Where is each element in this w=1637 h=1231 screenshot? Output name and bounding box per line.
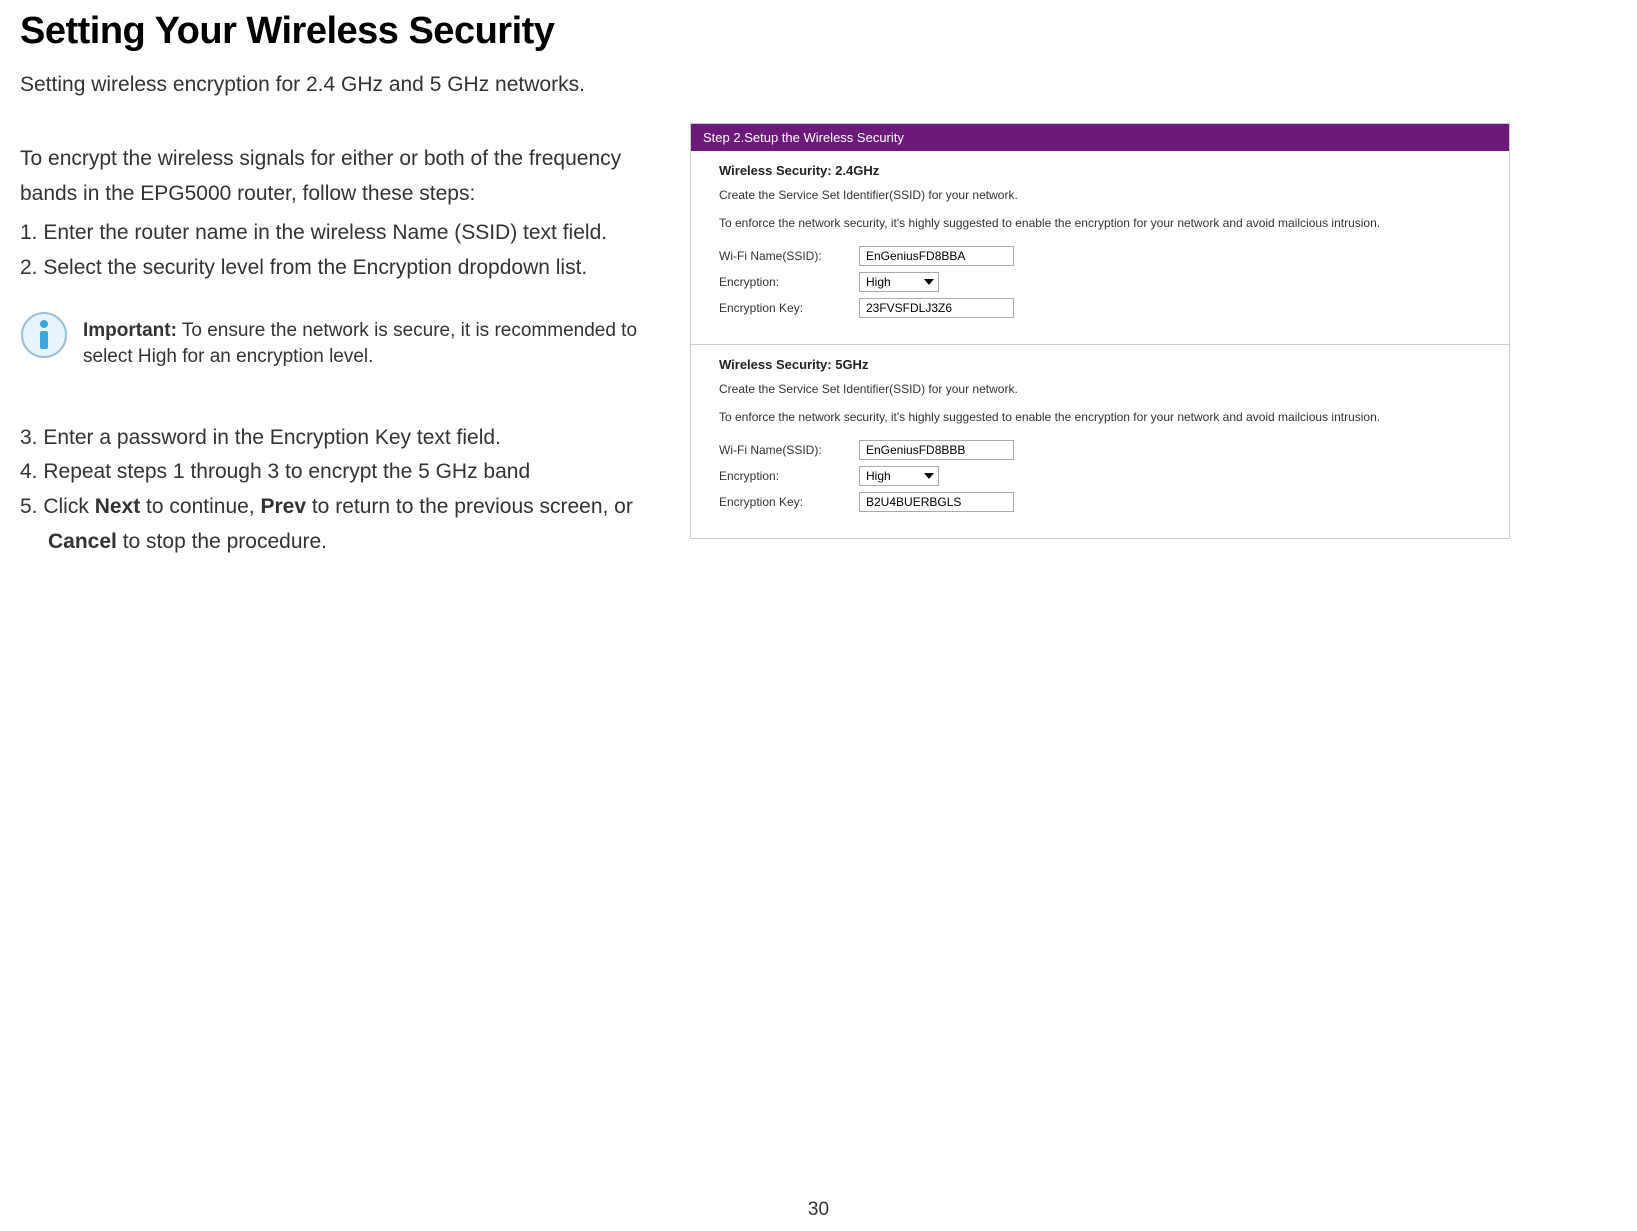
input-5-key[interactable]: [859, 492, 1014, 512]
section-5ghz-sub: Create the Service Set Identifier(SSID) …: [719, 382, 1481, 396]
select-5-enc[interactable]: High: [859, 466, 939, 486]
step5-cancel: Cancel: [48, 530, 117, 553]
input-5-ssid[interactable]: [859, 440, 1014, 460]
left-column: Setting wireless encryption for 2.4 GHz …: [20, 73, 660, 559]
step5-pre: 5. Click: [20, 495, 95, 518]
info-text: Important: To ensure the network is secu…: [83, 311, 660, 371]
label-24-enc: Encryption:: [719, 275, 859, 289]
select-24-enc-value: High: [866, 275, 891, 289]
subtitle: Setting wireless encryption for 2.4 GHz …: [20, 73, 660, 97]
step5-mid1: to continue,: [140, 495, 260, 518]
section-24ghz-title: Wireless Security: 2.4GHz: [719, 163, 1481, 178]
step5-prev: Prev: [260, 495, 306, 518]
section-5ghz-title: Wireless Security: 5GHz: [719, 357, 1481, 372]
step-5-line2: Cancel to stop the procedure.: [20, 525, 660, 560]
section-24ghz-sub: Create the Service Set Identifier(SSID) …: [719, 188, 1481, 202]
row-5-enc: Encryption: High: [719, 466, 1481, 486]
panel-header: Step 2.Setup the Wireless Security: [691, 124, 1509, 151]
label-5-enc: Encryption:: [719, 469, 859, 483]
select-24-enc[interactable]: High: [859, 272, 939, 292]
step5-next: Next: [95, 495, 141, 518]
label-5-ssid: Wi-Fi Name(SSID):: [719, 443, 859, 457]
page-number: 30: [808, 1199, 829, 1221]
select-5-enc-value: High: [866, 469, 891, 483]
page-title: Setting Your Wireless Security: [20, 10, 1617, 53]
important-label: Important:: [83, 320, 177, 341]
row-5-key: Encryption Key:: [719, 492, 1481, 512]
label-24-ssid: Wi-Fi Name(SSID):: [719, 249, 859, 263]
label-24-key: Encryption Key:: [719, 301, 859, 315]
label-5-key: Encryption Key:: [719, 495, 859, 509]
step-5: 5. Click Next to continue, Prev to retur…: [20, 490, 660, 525]
wizard-panel: Step 2.Setup the Wireless Security Wirel…: [690, 123, 1510, 539]
step5-mid2: to return to the previous screen, or: [306, 495, 633, 518]
step-2: 2. Select the security level from the En…: [20, 251, 660, 286]
intro-text: To encrypt the wireless signals for eith…: [20, 142, 660, 211]
section-5ghz: Wireless Security: 5GHz Create the Servi…: [691, 345, 1509, 538]
step-3: 3. Enter a password in the Encryption Ke…: [20, 421, 660, 456]
info-callout: Important: To ensure the network is secu…: [20, 311, 660, 371]
row-24-enc: Encryption: High: [719, 272, 1481, 292]
input-24-ssid[interactable]: [859, 246, 1014, 266]
input-24-key[interactable]: [859, 298, 1014, 318]
section-5ghz-note: To enforce the network security, it's hi…: [719, 410, 1481, 424]
chevron-down-icon: [924, 279, 934, 285]
section-24ghz: Wireless Security: 2.4GHz Create the Ser…: [691, 151, 1509, 345]
row-24-ssid: Wi-Fi Name(SSID):: [719, 246, 1481, 266]
right-column: Step 2.Setup the Wireless Security Wirel…: [690, 73, 1617, 559]
row-24-key: Encryption Key:: [719, 298, 1481, 318]
step-1: 1. Enter the router name in the wireless…: [20, 216, 660, 251]
section-24ghz-note: To enforce the network security, it's hi…: [719, 216, 1481, 230]
chevron-down-icon: [924, 473, 934, 479]
row-5-ssid: Wi-Fi Name(SSID):: [719, 440, 1481, 460]
content-container: Setting wireless encryption for 2.4 GHz …: [20, 73, 1617, 559]
step-4: 4. Repeat steps 1 through 3 to encrypt t…: [20, 455, 660, 490]
info-icon: [20, 311, 68, 359]
step5-end: to stop the procedure.: [117, 530, 327, 553]
